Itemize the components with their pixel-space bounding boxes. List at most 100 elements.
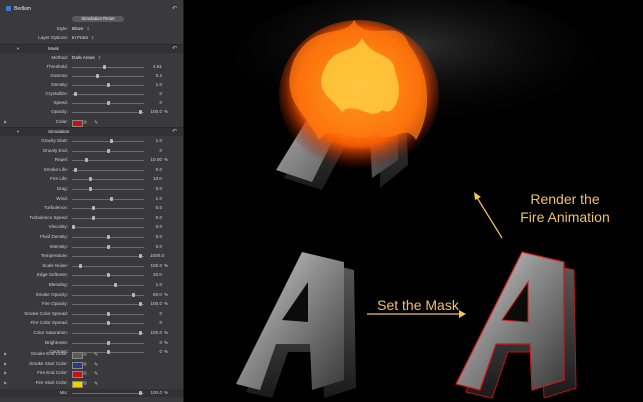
slider-thumb[interactable] [106, 244, 110, 249]
smoke-color-spread-slider[interactable] [72, 311, 144, 316]
mix-value[interactable]: 100.0 [150, 389, 163, 397]
slider-thumb[interactable] [106, 340, 110, 345]
drag-slider[interactable] [72, 187, 144, 191]
reset-icon[interactable]: ↶ [172, 45, 177, 53]
disclosure-triangle-icon[interactable]: ▼ [16, 45, 20, 53]
viscosity-value[interactable]: 0.0 [150, 223, 162, 231]
turbulence-speed-value[interactable]: 0.0 [150, 214, 162, 222]
slider-thumb[interactable] [95, 74, 99, 78]
gamma-slider[interactable] [72, 74, 144, 78]
fire-life-slider[interactable] [72, 177, 144, 182]
smoke-opacity-slider[interactable] [72, 292, 144, 297]
slider-thumb[interactable] [84, 158, 88, 163]
edge-softness-slider[interactable] [72, 273, 144, 278]
wind-value[interactable]: 1.0 [150, 195, 162, 203]
slider-thumb[interactable] [74, 167, 78, 172]
slider-thumb[interactable] [106, 311, 110, 316]
disclosure-triangle-icon[interactable]: ▶ [4, 360, 7, 368]
disclosure-triangle-icon[interactable]: ▼ [16, 128, 20, 136]
reset-icon[interactable]: ↶ [172, 5, 177, 12]
reset-icon[interactable]: ↶ [172, 128, 177, 136]
repel-slider[interactable] [72, 158, 144, 163]
drag-value[interactable]: 0.0 [150, 185, 162, 193]
slider-thumb[interactable] [106, 321, 110, 326]
scale-noise-slider[interactable] [72, 263, 144, 268]
filter-enable-checkbox[interactable] [6, 6, 11, 11]
slider-thumb[interactable] [138, 110, 142, 114]
slider-thumb[interactable] [131, 292, 135, 297]
smoke-opacity-value[interactable]: 80.0 [150, 291, 162, 299]
density-slider[interactable] [72, 83, 144, 87]
color-swatch[interactable] [72, 380, 83, 388]
slider-thumb[interactable] [88, 187, 92, 191]
slider-thumb[interactable] [106, 148, 110, 153]
gravity-start-value[interactable]: 1.0 [150, 137, 162, 145]
disclosure-triangle-icon[interactable]: ▶ [4, 369, 7, 377]
slider-thumb[interactable] [74, 92, 78, 96]
mask-section-header[interactable]: ▼ Mask ↶ [0, 44, 183, 53]
fire-color-spread-slider[interactable] [72, 321, 144, 326]
slider-thumb[interactable] [102, 65, 106, 69]
repel-value[interactable]: 10.00 [150, 156, 163, 164]
slider-thumb[interactable] [110, 196, 114, 201]
simulation-reset-button[interactable]: Simulation Reset [72, 16, 124, 22]
slider-thumb[interactable] [138, 391, 142, 395]
disclosure-triangle-icon[interactable]: ▶ [4, 350, 7, 358]
blending-value[interactable]: 1.0 [150, 281, 162, 289]
smoke-color-spread-value[interactable]: 0 [150, 310, 162, 318]
edge-softness-value[interactable]: 20.0 [150, 271, 162, 279]
slider-thumb[interactable] [138, 302, 142, 307]
layer-options-popup[interactable]: In Front ⇕ [72, 34, 94, 42]
threshold-value[interactable]: 4.81 [150, 63, 162, 71]
temperature-value[interactable]: 1000.0 [150, 252, 164, 260]
slider-thumb[interactable] [79, 263, 83, 268]
gravity-start-slider[interactable] [72, 139, 144, 143]
temperature-slider[interactable] [72, 254, 144, 259]
brightness-slider[interactable] [72, 340, 144, 345]
intensity-value[interactable]: 0.0 [150, 243, 162, 251]
slider-thumb[interactable] [113, 283, 117, 287]
speed-value[interactable]: 0 [150, 99, 162, 107]
chevron-down-icon[interactable] [83, 380, 87, 385]
speed-slider[interactable] [72, 101, 144, 105]
crystallize-slider[interactable] [72, 92, 144, 96]
chevron-down-icon[interactable] [83, 120, 87, 124]
turbulence-slider[interactable] [72, 206, 144, 211]
method-popup[interactable]: Dark Areas ⇕ [72, 54, 101, 62]
style-popup[interactable]: Blaze ⇕ [72, 25, 90, 33]
slider-thumb[interactable] [88, 177, 92, 182]
fire-color-spread-value[interactable]: 0 [150, 319, 162, 327]
smoke-life-value[interactable]: 0.0 [150, 166, 162, 174]
eyedropper-icon[interactable]: ✎ [94, 380, 98, 388]
color-swatch[interactable] [72, 371, 83, 378]
scale-noise-value[interactable]: 100.0 [150, 262, 163, 270]
fluid-density-value[interactable]: 0.0 [150, 233, 162, 241]
threshold-slider[interactable] [72, 65, 144, 69]
gamma-value[interactable]: 0.2 [150, 72, 162, 80]
disclosure-triangle-icon[interactable]: ▶ [4, 379, 7, 387]
smoke-life-slider[interactable] [72, 167, 144, 172]
slider-thumb[interactable] [92, 206, 96, 211]
gravity-end-value[interactable]: 0 [150, 147, 162, 155]
color-saturation-value[interactable]: 100.0 [150, 329, 163, 337]
slider-thumb[interactable] [138, 254, 142, 259]
slider-thumb[interactable] [106, 235, 110, 239]
slider-thumb[interactable] [106, 101, 110, 105]
eyedropper-icon[interactable]: ✎ [94, 370, 98, 378]
eyedropper-icon[interactable]: ✎ [94, 351, 98, 359]
density-value[interactable]: 1.0 [150, 81, 162, 89]
simulation-section-header[interactable]: ▼ Simulation ↶ [0, 127, 183, 136]
slider-thumb[interactable] [92, 215, 96, 220]
intensity-slider[interactable] [72, 244, 144, 249]
viscosity-slider[interactable] [71, 225, 144, 230]
slider-thumb[interactable] [110, 139, 114, 143]
fire-opacity-slider[interactable] [72, 302, 144, 307]
color-swatch[interactable] [72, 361, 83, 369]
opacity-value[interactable]: 100.0 [150, 108, 163, 116]
chevron-down-icon[interactable] [83, 371, 87, 375]
turbulence-value[interactable]: 0.0 [150, 204, 162, 212]
turbulence-speed-slider[interactable] [72, 215, 144, 220]
slider-thumb[interactable] [71, 225, 75, 230]
color-swatch[interactable] [72, 352, 83, 359]
fire-life-value[interactable]: 10.0 [150, 175, 162, 183]
